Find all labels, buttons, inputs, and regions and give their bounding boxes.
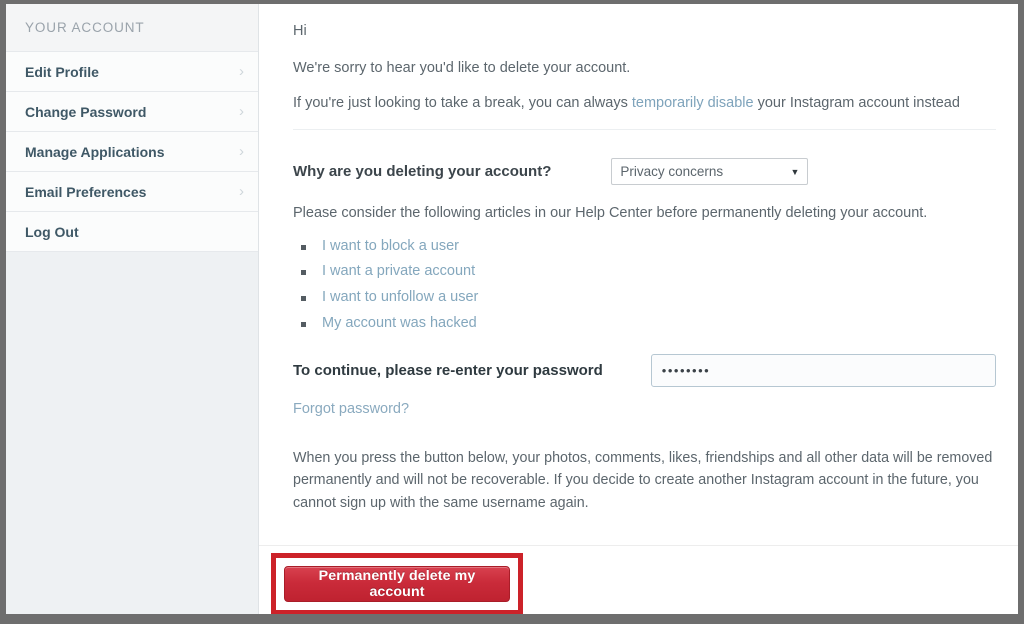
consider-articles-text: Please consider the following articles i…	[293, 205, 928, 222]
delete-button-highlight-box: Permanently delete my account	[271, 552, 523, 614]
take-a-break-prefix: If you're just looking to take a break, …	[293, 95, 632, 112]
sidebar-item-label: Log Out	[25, 224, 79, 240]
divider-bottom	[259, 544, 1018, 546]
reason-select[interactable]: Privacy concerns	[611, 158, 809, 186]
delete-warning-text: When you press the button below, your ph…	[293, 450, 993, 511]
intro-block: Hi We're sorry to hear you'd like to del…	[293, 4, 996, 112]
sidebar-item-label: Email Preferences	[25, 184, 147, 200]
sidebar-item-log-out[interactable]: Log Out	[6, 212, 258, 252]
take-a-break-suffix: your Instagram account instead	[753, 95, 960, 112]
bullet-square-icon	[301, 322, 306, 328]
bullet-square-icon	[301, 296, 306, 302]
bullet-square-icon	[301, 244, 306, 250]
reason-label: Why are you deleting your account?	[293, 163, 552, 181]
list-item: My account was hacked	[301, 315, 996, 332]
sidebar-item-label: Manage Applications	[25, 144, 165, 160]
list-item: I want a private account	[301, 263, 996, 280]
sidebar-item-edit-profile[interactable]: Edit Profile ›	[6, 52, 258, 92]
browser-window: YOUR ACCOUNT Edit Profile › Change Passw…	[0, 0, 1024, 624]
sidebar-item-label: Change Password	[25, 104, 147, 120]
sidebar-empty-area	[6, 252, 258, 614]
sorry-text: We're sorry to hear you'd like to delete…	[293, 60, 631, 77]
help-article-link[interactable]: I want to unfollow a user	[322, 289, 478, 305]
password-label: To continue, please re-enter your passwo…	[293, 362, 603, 380]
forgot-password-link[interactable]: Forgot password?	[293, 401, 409, 417]
chevron-right-icon: ›	[239, 183, 244, 200]
divider-top	[293, 129, 996, 131]
bullet-square-icon	[301, 270, 306, 276]
help-article-link[interactable]: I want to block a user	[322, 238, 459, 254]
help-articles-list: I want to block a user I want a private …	[293, 238, 996, 333]
list-item: I want to unfollow a user	[301, 289, 996, 306]
chevron-right-icon: ›	[239, 143, 244, 160]
reason-select-wrapper: Privacy concerns ▼	[611, 158, 809, 186]
list-item: I want to block a user	[301, 238, 996, 255]
password-row: To continue, please re-enter your passwo…	[293, 354, 996, 388]
permanently-delete-account-button[interactable]: Permanently delete my account	[284, 565, 510, 602]
take-a-break-text: If you're just looking to take a break, …	[293, 94, 996, 112]
sidebar-header: YOUR ACCOUNT	[6, 4, 258, 52]
sidebar-item-manage-applications[interactable]: Manage Applications ›	[6, 132, 258, 172]
chevron-right-icon: ›	[239, 63, 244, 80]
help-article-link[interactable]: I want a private account	[322, 263, 475, 279]
temporarily-disable-link[interactable]: temporarily disable	[632, 95, 754, 111]
chevron-right-icon: ›	[239, 103, 244, 120]
help-article-link[interactable]: My account was hacked	[322, 315, 477, 331]
account-sidebar: YOUR ACCOUNT Edit Profile › Change Passw…	[6, 4, 259, 614]
sidebar-item-label: Edit Profile	[25, 64, 99, 80]
delete-account-panel: Hi We're sorry to hear you'd like to del…	[259, 4, 1018, 614]
password-input[interactable]	[650, 354, 996, 388]
reason-row: Why are you deleting your account? Priva…	[293, 158, 996, 186]
sidebar-item-email-preferences[interactable]: Email Preferences ›	[6, 172, 258, 212]
sidebar-item-change-password[interactable]: Change Password ›	[6, 92, 258, 132]
greeting-text: Hi	[293, 23, 307, 39]
